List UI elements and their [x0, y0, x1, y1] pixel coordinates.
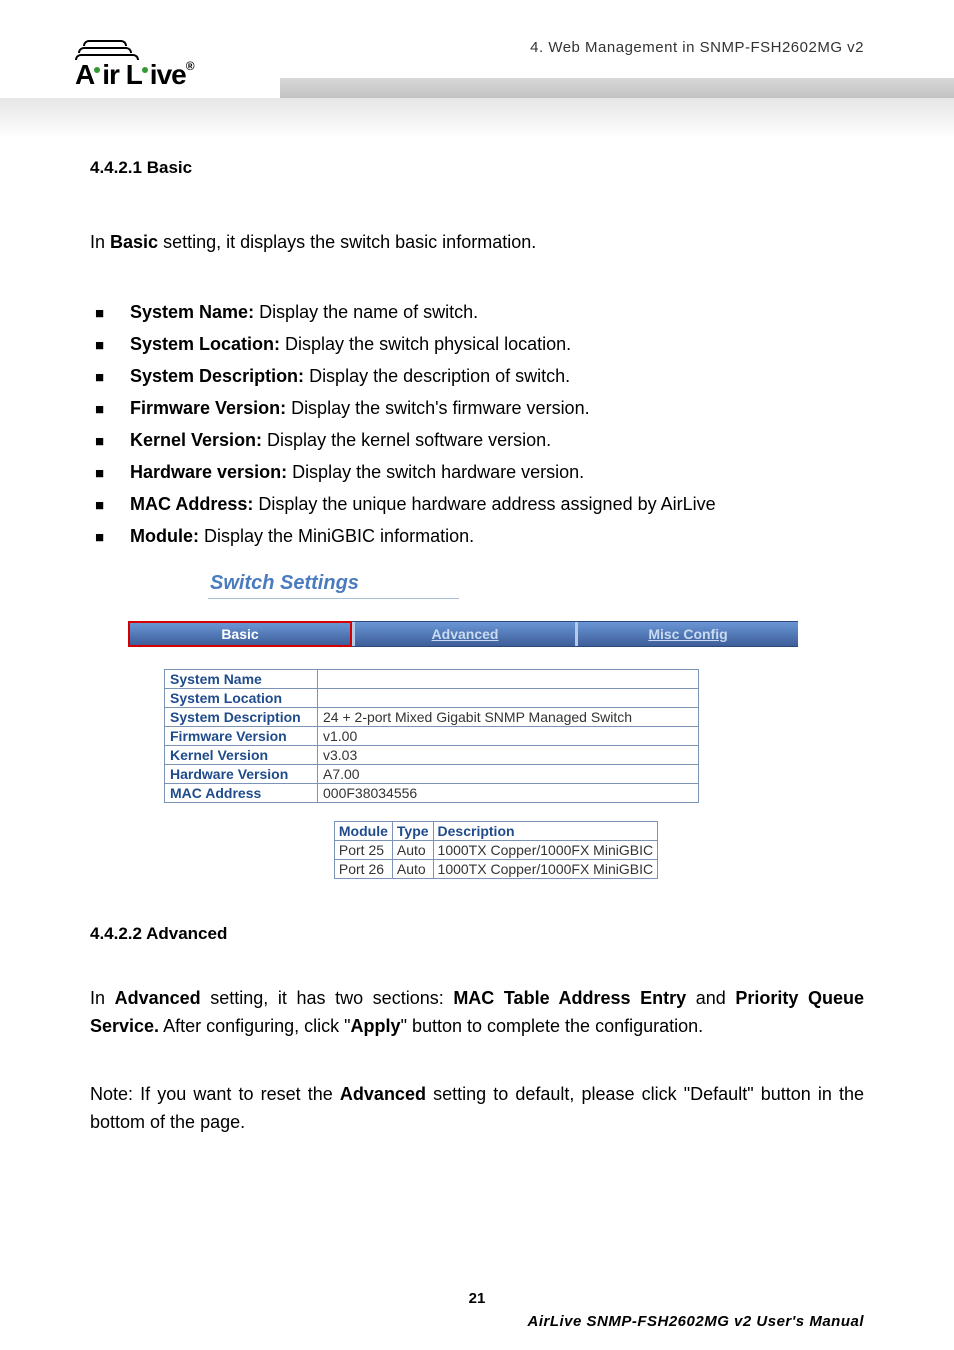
list-item: System Description: Display the descript… — [90, 360, 864, 392]
tab-bar: Basic Advanced Misc Config — [128, 621, 798, 647]
brand-logo: Air Live® — [75, 40, 194, 91]
system-info-table: System Name System Location System Descr… — [164, 669, 699, 803]
switch-settings-heading: Switch Settings — [208, 572, 459, 599]
table-row: System Description24 + 2-port Mixed Giga… — [165, 708, 699, 727]
list-item: Module: Display the MiniGBIC information… — [90, 520, 864, 552]
advanced-note: Note: If you want to reset the Advanced … — [90, 1080, 864, 1136]
logo-dot-icon — [142, 67, 148, 73]
list-item: Kernel Version: Display the kernel softw… — [90, 424, 864, 456]
table-row: Hardware VersionA7.00 — [165, 765, 699, 784]
advanced-intro: In Advanced setting, it has two sections… — [90, 984, 864, 1040]
header-stripe — [280, 78, 954, 98]
logo-dot-icon — [94, 67, 100, 73]
list-item: MAC Address: Display the unique hardware… — [90, 488, 864, 520]
list-item: System Name: Display the name of switch. — [90, 296, 864, 328]
table-row: Port 25 Auto 1000TX Copper/1000FX MiniGB… — [334, 841, 657, 860]
table-row: System Name — [165, 670, 699, 689]
list-item: Hardware version: Display the switch har… — [90, 456, 864, 488]
list-item: Firmware Version: Display the switch's f… — [90, 392, 864, 424]
table-row: Firmware Versionv1.00 — [165, 727, 699, 746]
table-row: System Location — [165, 689, 699, 708]
tab-advanced[interactable]: Advanced — [355, 621, 575, 647]
list-item: System Location: Display the switch phys… — [90, 328, 864, 360]
section-title-basic: 4.4.2.1 Basic — [90, 158, 864, 178]
module-table: Module Type Description Port 25 Auto 100… — [334, 821, 658, 879]
tab-basic[interactable]: Basic — [128, 621, 352, 647]
bullet-list: System Name: Display the name of switch.… — [90, 296, 864, 552]
table-header-row: Module Type Description — [334, 822, 657, 841]
tab-misc-config[interactable]: Misc Config — [578, 621, 798, 647]
table-row: Port 26 Auto 1000TX Copper/1000FX MiniGB… — [334, 860, 657, 879]
page-number: 21 — [469, 1290, 486, 1307]
page-footer: 21 — [0, 1290, 954, 1308]
basic-intro: In Basic setting, it displays the switch… — [90, 228, 864, 256]
screenshot-figure: Switch Settings Basic Advanced Misc Conf… — [128, 572, 864, 879]
page-content: 4.4.2.1 Basic In Basic setting, it displ… — [0, 130, 954, 1136]
page-header: 4. Web Management in SNMP-FSH2602MG v2 A… — [0, 0, 954, 130]
table-row: MAC Address000F38034556 — [165, 784, 699, 803]
table-row: Kernel Versionv3.03 — [165, 746, 699, 765]
breadcrumb: 4. Web Management in SNMP-FSH2602MG v2 — [530, 39, 864, 56]
manual-title: AirLive SNMP-FSH2602MG v2 User's Manual — [527, 1313, 864, 1330]
section-title-advanced: 4.4.2.2 Advanced — [90, 924, 864, 944]
